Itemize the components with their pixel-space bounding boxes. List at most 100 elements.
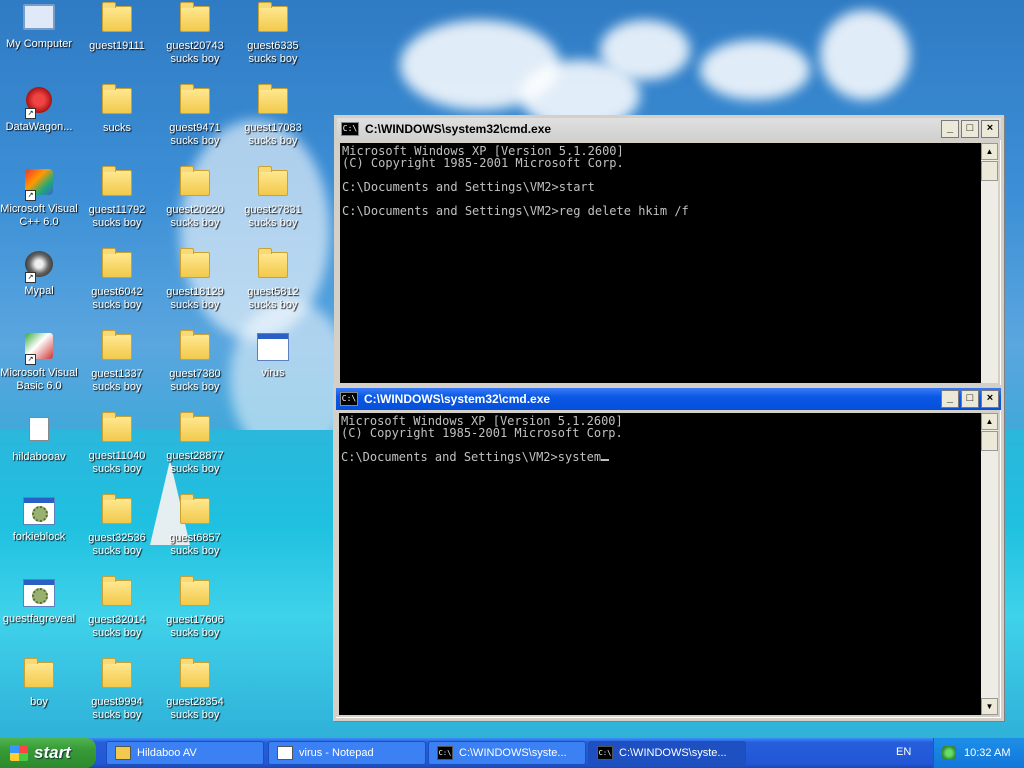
window-icon bbox=[257, 333, 289, 365]
scroll-thumb[interactable] bbox=[981, 431, 998, 451]
desktop-icon[interactable]: guest9471 sucks boy bbox=[156, 84, 234, 148]
desktop-icon-label: guest6042 bbox=[91, 286, 143, 298]
minimize-button[interactable]: _ bbox=[941, 390, 959, 408]
desktop-icon-label: guest9994 bbox=[91, 696, 143, 708]
desktop-icon[interactable]: guest32014 sucks boy bbox=[78, 576, 156, 640]
desktop-icon-label-line2: sucks boy bbox=[92, 545, 142, 557]
clock[interactable]: 10:32 AM bbox=[964, 747, 1010, 759]
desktop-icon[interactable]: My Computer bbox=[0, 2, 78, 51]
desktop-icon[interactable]: hildabooav bbox=[0, 412, 78, 464]
desktop-icon[interactable]: guest9994 sucks boy bbox=[78, 658, 156, 722]
scroll-up-button[interactable]: ▲ bbox=[981, 143, 998, 160]
desktop-icon[interactable]: guest5812 sucks boy bbox=[234, 248, 312, 312]
desktop-icon-label: guest11792 bbox=[88, 204, 146, 216]
desktop-icon[interactable]: guest11040 sucks boy bbox=[78, 412, 156, 476]
minimize-button[interactable]: _ bbox=[941, 120, 959, 138]
title-bar[interactable]: C:\ C:\WINDOWS\system32\cmd.exe _ □ × bbox=[336, 388, 1001, 410]
folder-icon bbox=[23, 658, 55, 694]
console-output[interactable]: Microsoft Windows XP [Version 5.1.2600](… bbox=[339, 413, 981, 715]
desktop-icon-label-line2: sucks boy bbox=[170, 53, 220, 65]
folder-icon bbox=[101, 576, 133, 612]
console-output[interactable]: Microsoft Windows XP [Version 5.1.2600](… bbox=[340, 143, 981, 383]
desktop-icon[interactable]: sucks bbox=[78, 84, 156, 135]
vertical-scrollbar[interactable]: ▲ bbox=[981, 143, 998, 383]
desktop-icon[interactable]: boy bbox=[0, 658, 78, 709]
cmd-window-front[interactable]: C:\ C:\WINDOWS\system32\cmd.exe _ □ × Mi… bbox=[333, 385, 1004, 721]
desktop-icon-label: guest17083 bbox=[244, 122, 302, 134]
close-button[interactable]: × bbox=[981, 120, 999, 138]
desktop-icon[interactable]: guest6857 sucks boy bbox=[156, 494, 234, 558]
desktop-icon[interactable]: guest28877 sucks boy bbox=[156, 412, 234, 476]
taskbar-item-cmd-2[interactable]: C:\ C:\WINDOWS\syste... bbox=[588, 741, 746, 765]
desktop-icon-label-line2: sucks boy bbox=[170, 299, 220, 311]
scroll-down-button[interactable]: ▼ bbox=[981, 698, 998, 715]
taskbar-item-hildaboo-av[interactable]: Hildaboo AV bbox=[106, 741, 264, 765]
folder-icon bbox=[179, 84, 211, 120]
desktop-icon[interactable]: guest11792 sucks boy bbox=[78, 166, 156, 230]
taskbar-item-cmd-1[interactable]: C:\ C:\WINDOWS\syste... bbox=[428, 741, 586, 765]
start-label: start bbox=[34, 743, 71, 762]
title-bar[interactable]: C:\ C:\WINDOWS\system32\cmd.exe _ □ × bbox=[337, 118, 1001, 140]
desktop-icon-label: guest11040 bbox=[88, 450, 146, 462]
taskbar-item-notepad[interactable]: virus - Notepad bbox=[268, 741, 426, 765]
desktop-icon[interactable]: guest17606 sucks boy bbox=[156, 576, 234, 640]
start-button[interactable]: start bbox=[0, 738, 96, 768]
desktop-icon[interactable]: guest7380 sucks boy bbox=[156, 330, 234, 394]
gear-icon bbox=[32, 588, 48, 604]
console-line: (C) Copyright 1985-2001 Microsoft Corp. bbox=[342, 156, 624, 170]
window-title: C:\WINDOWS\system32\cmd.exe bbox=[365, 122, 552, 136]
desktop-icon-label: hildabooav bbox=[12, 451, 66, 463]
desktop-icon-label: guest32014 bbox=[88, 614, 146, 626]
scroll-up-button[interactable]: ▲ bbox=[981, 413, 998, 430]
desktop-icon-label: guest19111 bbox=[89, 40, 145, 52]
desktop-icon[interactable]: guest32536 sucks boy bbox=[78, 494, 156, 558]
folder-icon bbox=[257, 248, 289, 284]
scroll-thumb[interactable] bbox=[981, 161, 998, 181]
desktop-icon[interactable]: ↗ Mypal bbox=[0, 248, 78, 298]
desktop-icon-label-line2: sucks boy bbox=[248, 53, 298, 65]
desktop-icon[interactable]: guest28354 sucks boy bbox=[156, 658, 234, 722]
system-tray: 10:32 AM bbox=[933, 738, 1024, 768]
vertical-scrollbar[interactable]: ▲ ▼ bbox=[981, 413, 998, 715]
network-icon[interactable] bbox=[942, 746, 956, 760]
desktop-icon-label-line2: sucks boy bbox=[92, 217, 142, 229]
desktop-icon[interactable]: guest17083 sucks boy bbox=[234, 84, 312, 148]
visual-cpp-icon: ↗ bbox=[23, 169, 55, 201]
notepad-icon bbox=[277, 746, 293, 760]
desktop-icon-label: DataWagon... bbox=[5, 121, 73, 133]
desktop-icon[interactable]: ↗ Microsoft Visual Basic 6.0 bbox=[0, 330, 78, 393]
desktop-icon-label: guest20743 bbox=[166, 40, 224, 52]
cmd-window-back[interactable]: C:\ C:\WINDOWS\system32\cmd.exe _ □ × Mi… bbox=[334, 115, 1004, 389]
folder-icon bbox=[179, 576, 211, 612]
desktop-icon[interactable]: guest1337 sucks boy bbox=[78, 330, 156, 394]
desktop-icon[interactable]: guest27831 sucks boy bbox=[234, 166, 312, 230]
visual-basic-icon: ↗ bbox=[23, 333, 55, 365]
hildabooav-icon bbox=[23, 417, 55, 449]
desktop-icon[interactable]: guest20220 sucks boy bbox=[156, 166, 234, 230]
maximize-button[interactable]: □ bbox=[961, 120, 979, 138]
desktop-icon[interactable]: guest19111 bbox=[78, 2, 156, 53]
desktop-icon[interactable]: ↗ DataWagon... bbox=[0, 84, 78, 134]
desktop-icon-label-line2: sucks boy bbox=[170, 463, 220, 475]
desktop-icon-label-line2: Basic 6.0 bbox=[16, 380, 62, 392]
desktop-icon-label-line2: sucks boy bbox=[92, 381, 142, 393]
desktop-icon[interactable]: ↗ Microsoft Visual C++ 6.0 bbox=[0, 166, 78, 229]
desktop-icon[interactable]: guestfagreveal bbox=[0, 576, 78, 626]
close-button[interactable]: × bbox=[981, 390, 999, 408]
console-line: (C) Copyright 1985-2001 Microsoft Corp. bbox=[341, 426, 623, 440]
folder-icon bbox=[179, 412, 211, 448]
cmd-icon: C:\ bbox=[437, 746, 453, 760]
desktop-icon-label: sucks bbox=[102, 122, 132, 134]
language-indicator[interactable]: EN bbox=[896, 746, 911, 758]
folder-icon bbox=[257, 2, 289, 38]
desktop-icon[interactable]: guest6042 sucks boy bbox=[78, 248, 156, 312]
desktop-icon[interactable]: forkieblock bbox=[0, 494, 78, 544]
datawagon-icon: ↗ bbox=[23, 87, 55, 119]
desktop-icon-label: guest7380 bbox=[169, 368, 221, 380]
maximize-button[interactable]: □ bbox=[961, 390, 979, 408]
desktop-icon[interactable]: guest18129 sucks boy bbox=[156, 248, 234, 312]
desktop-icon-label-line2: sucks boy bbox=[248, 217, 298, 229]
desktop-icon[interactable]: guest20743 sucks boy bbox=[156, 2, 234, 66]
desktop-icon[interactable]: guest6335 sucks boy bbox=[234, 2, 312, 66]
desktop-icon[interactable]: virus bbox=[234, 330, 312, 380]
